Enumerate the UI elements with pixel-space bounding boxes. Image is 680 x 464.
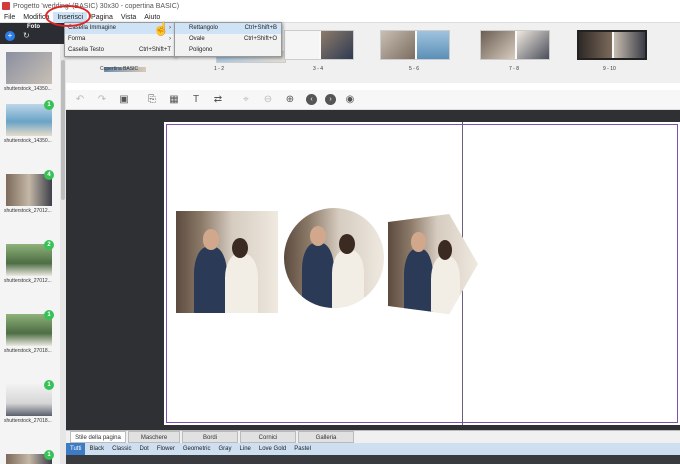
menu-item-shortcut: Ctrl+Shift+O bbox=[243, 36, 277, 42]
app-icon bbox=[2, 2, 10, 10]
menu-file[interactable]: File bbox=[0, 12, 19, 23]
submenu-arrow-icon: › bbox=[169, 36, 171, 42]
hand-cursor-icon: ☝ bbox=[153, 21, 170, 36]
tab-frames[interactable]: Cornici bbox=[240, 431, 296, 443]
image-box-oval[interactable] bbox=[284, 208, 384, 308]
menu-item-polygon[interactable]: Poligono bbox=[175, 45, 281, 56]
photo-name: shutterstock_27012... bbox=[4, 278, 52, 284]
add-image-icon[interactable]: ▦ bbox=[166, 93, 182, 107]
filter-flower[interactable]: Flower bbox=[153, 443, 179, 455]
tab-page-style[interactable]: Stile della pagina bbox=[70, 431, 126, 443]
styles-panel: Stile della pagina Maschere Bordi Cornic… bbox=[66, 430, 680, 464]
sidebar-scroll-thumb[interactable] bbox=[61, 60, 65, 200]
usage-badge: 1 bbox=[44, 450, 54, 460]
menu-item-label: Poligono bbox=[189, 47, 213, 53]
tab-masks[interactable]: Maschere bbox=[128, 431, 180, 443]
menu-item-label: Forma bbox=[68, 36, 86, 42]
next-icon[interactable]: › bbox=[325, 94, 336, 105]
filter-dot[interactable]: Dot bbox=[135, 443, 152, 455]
add-page-icon[interactable]: ⎘ bbox=[144, 93, 160, 107]
filter-all[interactable]: Tutti bbox=[66, 443, 86, 455]
editor-toolbar: ↶ ↷ ▣ ⎘ ▦ T ⇄ ⌖ ⊖ ⊕ ‹ › ◉ bbox=[66, 90, 680, 110]
photo-name: shutterstock_27012... bbox=[4, 208, 52, 214]
page-label: 9 - 10 bbox=[603, 66, 616, 72]
wedding-photo bbox=[284, 208, 384, 308]
spread-thumbnail[interactable] bbox=[380, 30, 450, 60]
submenu-arrow-icon: › bbox=[169, 25, 171, 31]
filter-classic[interactable]: Classic bbox=[108, 443, 135, 455]
menu-item-label: Casella Testo bbox=[68, 47, 104, 53]
photos-panel-header: Foto + ↻ bbox=[0, 23, 66, 44]
menu-item-rectangle[interactable]: Rettangolo Ctrl+Shift+B bbox=[175, 23, 281, 34]
refresh-icon: ↻ bbox=[23, 31, 30, 40]
usage-badge: 1 bbox=[44, 380, 54, 390]
preview-icon[interactable]: ◉ bbox=[342, 93, 358, 107]
menu-item-text-box[interactable]: Casella Testo Ctrl+Shift+T bbox=[65, 45, 175, 56]
wedding-photo bbox=[176, 211, 278, 313]
image-box-submenu: Rettangolo Ctrl+Shift+B Ovale Ctrl+Shift… bbox=[174, 22, 282, 57]
zoom-in-icon[interactable]: ⊕ bbox=[282, 93, 298, 107]
usage-badge: 4 bbox=[44, 170, 54, 180]
menu-item-shortcut: Ctrl+Shift+T bbox=[138, 47, 171, 53]
photos-panel-title: Foto bbox=[27, 24, 40, 30]
add-text-icon[interactable]: T bbox=[188, 93, 204, 107]
undo-icon[interactable]: ↶ bbox=[72, 93, 88, 107]
menu-vista[interactable]: Vista bbox=[117, 12, 140, 23]
styles-list-area bbox=[66, 455, 680, 464]
photo-thumbnail bbox=[6, 52, 52, 84]
menu-item-label: Rettangolo bbox=[189, 25, 219, 31]
usage-badge: 2 bbox=[44, 240, 54, 250]
page-label: 1 - 2 bbox=[214, 66, 225, 72]
fit-icon[interactable]: ⌖ bbox=[238, 93, 254, 107]
add-photo-button[interactable]: + bbox=[5, 31, 15, 41]
refresh-button[interactable]: ↻ bbox=[23, 31, 30, 41]
menu-item-oval[interactable]: Ovale Ctrl+Shift+O bbox=[175, 34, 281, 45]
zoom-out-icon[interactable]: ⊖ bbox=[260, 93, 276, 107]
photo-name: shutterstock_27018... bbox=[4, 418, 52, 424]
spread-thumbnail[interactable] bbox=[284, 30, 354, 60]
filter-black[interactable]: Black bbox=[85, 443, 108, 455]
spread-thumbnail[interactable] bbox=[480, 30, 550, 60]
filter-geometric[interactable]: Geometric bbox=[179, 443, 215, 455]
filter-line[interactable]: Line bbox=[236, 443, 255, 455]
page-label: Copertina BASIC bbox=[100, 66, 139, 72]
photo-name: shutterstock_14350... bbox=[4, 138, 52, 144]
redo-icon[interactable]: ↷ bbox=[94, 93, 110, 107]
title-bar: Progetto 'wedding' (BASIC) 30x30 - coper… bbox=[0, 0, 680, 12]
usage-badge: 1 bbox=[44, 310, 54, 320]
photo-name: shutterstock_14350... bbox=[4, 86, 52, 92]
page-label: 7 - 8 bbox=[509, 66, 520, 72]
plus-icon: + bbox=[7, 31, 13, 40]
editor-workspace bbox=[66, 110, 680, 430]
menu-pagina[interactable]: Pagina bbox=[87, 12, 117, 23]
save-icon[interactable]: ▣ bbox=[116, 93, 132, 107]
photos-sidebar: shutterstock_14350... 1 shutterstock_143… bbox=[0, 44, 66, 464]
spread-thumbnail-selected[interactable] bbox=[577, 30, 647, 60]
tab-gallery[interactable]: Galleria bbox=[298, 431, 354, 443]
menu-item-label: Ovale bbox=[189, 36, 205, 42]
tab-borders[interactable]: Bordi bbox=[182, 431, 238, 443]
usage-badge: 1 bbox=[44, 100, 54, 110]
photo-name: shutterstock_27018... bbox=[4, 348, 52, 354]
replace-icon[interactable]: ⇄ bbox=[210, 93, 226, 107]
prev-icon[interactable]: ‹ bbox=[306, 94, 317, 105]
window-title: Progetto 'wedding' (BASIC) 30x30 - coper… bbox=[13, 2, 180, 10]
filter-love-gold[interactable]: Love Gold bbox=[255, 443, 290, 455]
style-filter-bar: Tutti Black Classic Dot Flower Geometric… bbox=[66, 443, 680, 455]
page-label: 3 - 4 bbox=[313, 66, 324, 72]
menu-item-shortcut: Ctrl+Shift+B bbox=[244, 25, 277, 31]
filter-gray[interactable]: Gray bbox=[215, 443, 236, 455]
page-label: 5 - 6 bbox=[409, 66, 420, 72]
filter-pastel[interactable]: Pastel bbox=[290, 443, 315, 455]
album-spread[interactable] bbox=[164, 122, 680, 425]
annotation-circle bbox=[45, 5, 91, 27]
image-box-rectangle[interactable] bbox=[176, 211, 278, 313]
